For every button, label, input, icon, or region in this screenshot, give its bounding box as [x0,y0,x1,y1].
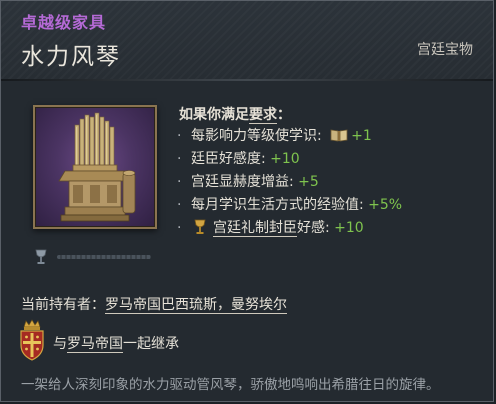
holder-name-link[interactable]: 罗马帝国巴西琉斯，曼努埃尔 [105,297,287,314]
modifier-value: +5 [298,174,319,190]
hydraulic-organ-artwork [58,112,136,222]
modifier-value: +5% [368,197,403,213]
bullet-dot: · [177,128,182,144]
modifier-label: 每影响力等级使学识: [191,128,327,144]
modifier-value: +10 [334,220,364,236]
byzantine-coat-of-arms-icon[interactable] [19,319,45,361]
modifier-label: 每月学识生活方式的经验值: [191,197,369,213]
artifact-category: 宫廷宝物 [417,42,473,58]
modifier-learning-per-influence: · 每影响力等级使学识: +1 [177,125,487,148]
flavor-text: 一架给人深刻印象的水力驱动管风琴，骄傲地鸣响出希腊往日的旋律。 [21,377,440,393]
modifier-list: · 每影响力等级使学识: +1 · 廷臣好感度: +10 · 宫廷显赫度增益: +5 … [177,125,487,240]
requirements-suffix: ： [277,107,291,123]
bullet-dot: · [177,174,182,190]
goblet-icon [193,219,207,235]
requirements-link[interactable]: 要求 [249,107,277,124]
goblet-icon [35,249,47,264]
bullet-dot: · [177,151,182,167]
inheritance-suffix: 一起继承 [123,336,179,352]
modifier-court-vassal-opinion: · 宫廷礼制封臣好感: +10 [177,217,487,240]
title-link[interactable]: 罗马帝国 [67,336,123,353]
court-type-link[interactable]: 宫廷礼制封臣 [213,220,297,237]
bullet-dot: · [177,220,182,236]
artifact-tooltip: 卓越级家具 水力风琴 宫廷宝物 如果你满足要求： · 每影响力等级使学识: +1… [0,0,494,402]
modifier-value: +1 [351,128,372,144]
requirements-heading: 如果你满足要求： [179,104,291,124]
tooltip-header: 卓越级家具 水力风琴 宫廷宝物 [1,1,493,79]
modifier-learning-lifestyle-xp: · 每月学识生活方式的经验值: +5% [177,194,487,217]
inheritance-prefix: 与 [53,336,67,352]
current-holder: 当前持有者：罗马帝国巴西琉斯，曼努埃尔 [21,294,287,314]
modifier-courtier-opinion: · 廷臣好感度: +10 [177,148,487,171]
rarity-label: 卓越级家具 [21,13,107,32]
artifact-title: 水力风琴 [21,44,121,70]
header-divider [1,79,493,81]
durability-bar [57,255,151,259]
holder-label: 当前持有者： [21,297,105,313]
modifier-court-grandeur: · 宫廷显赫度增益: +5 [177,171,487,194]
bullet-dot: · [177,197,182,213]
artifact-image [33,105,157,229]
modifier-value: +10 [270,151,300,167]
book-icon [330,127,348,142]
modifier-label: 廷臣好感度: [191,151,271,167]
modifier-label: 好感: [297,220,335,236]
requirements-prefix: 如果你满足 [179,107,249,123]
modifier-label: 宫廷显赫度增益: [191,174,299,190]
inheritance-line: 与罗马帝国一起继承 [53,333,179,353]
